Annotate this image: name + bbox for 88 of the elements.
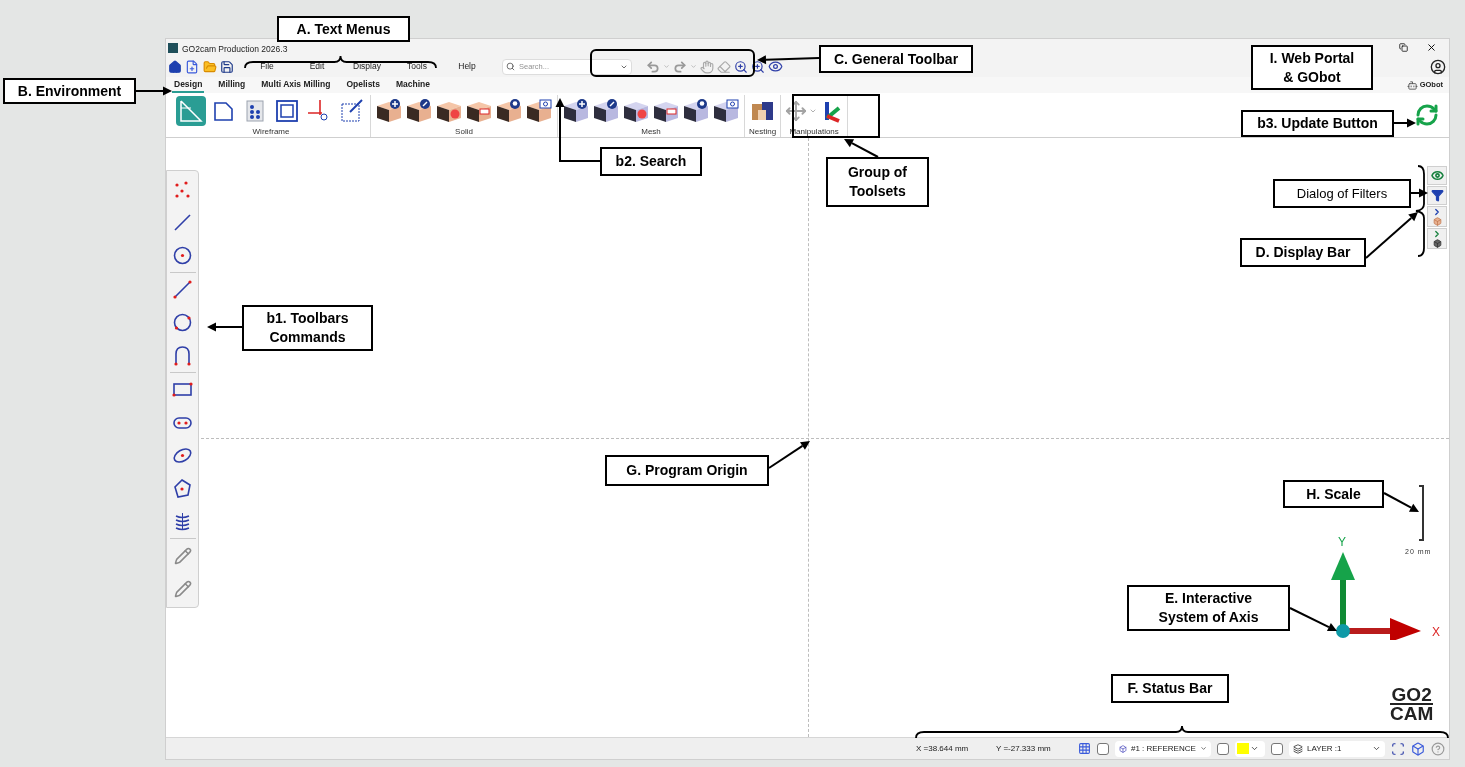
home-icon[interactable] bbox=[168, 59, 182, 74]
callout-label: b2. Search bbox=[600, 147, 702, 176]
layers-icon bbox=[1293, 743, 1303, 754]
block-icon bbox=[562, 98, 590, 124]
callout-arrow bbox=[555, 98, 601, 162]
layer-dropdown[interactable]: LAYER :1 bbox=[1289, 740, 1385, 757]
search-icon bbox=[506, 62, 515, 71]
move-arrows-icon bbox=[785, 100, 808, 122]
callout-arrow bbox=[844, 139, 879, 158]
environment-tab[interactable]: Machine bbox=[393, 77, 432, 93]
callout-label: H. Scale bbox=[1283, 480, 1384, 508]
callout-arrow bbox=[768, 441, 810, 469]
callout-arrow bbox=[1393, 118, 1416, 128]
save-icon[interactable] bbox=[220, 59, 234, 74]
callout-label: I. Web Portal & GObot bbox=[1251, 45, 1373, 90]
callout-label: Dialog of Filters bbox=[1273, 179, 1411, 208]
scale-bar bbox=[1419, 485, 1424, 541]
menu-item[interactable]: Display bbox=[348, 60, 386, 73]
snap-icon[interactable] bbox=[1391, 741, 1405, 756]
callout-label: A. Text Menus bbox=[277, 16, 410, 42]
color-dropdown[interactable] bbox=[1235, 740, 1265, 757]
ribbon-group-label: Wireframe bbox=[252, 127, 290, 137]
axis-triad-drawing[interactable] bbox=[1329, 552, 1423, 640]
eye-icon[interactable] bbox=[768, 59, 783, 74]
y-axis-label: Y bbox=[1338, 534, 1346, 551]
checkbox[interactable] bbox=[1097, 742, 1109, 755]
block-icon bbox=[405, 98, 433, 124]
filter-icon[interactable] bbox=[1427, 186, 1447, 205]
cube-icon bbox=[1119, 743, 1127, 754]
block-icon bbox=[592, 98, 620, 124]
environment-tab[interactable]: Milling bbox=[216, 77, 248, 93]
ribbon-group-label: Nesting bbox=[749, 127, 777, 137]
block-icon bbox=[495, 98, 523, 124]
user-icon[interactable] bbox=[1430, 58, 1446, 75]
grid-icon[interactable] bbox=[1078, 742, 1091, 755]
environment-tab[interactable]: Opelists bbox=[344, 77, 382, 93]
block-icon bbox=[712, 98, 740, 124]
block-icon bbox=[375, 98, 403, 124]
update-icon[interactable] bbox=[1415, 103, 1439, 127]
x-coordinate: X =38.644 mm bbox=[916, 742, 970, 755]
x-axis-label: X bbox=[1432, 624, 1440, 641]
caret-icon bbox=[1199, 744, 1207, 753]
callout-label: b3. Update Button bbox=[1241, 110, 1394, 137]
expand-icon[interactable] bbox=[1427, 228, 1447, 249]
callout-label: D. Display Bar bbox=[1240, 238, 1366, 267]
robot-icon bbox=[1406, 79, 1418, 91]
zoom-icon[interactable] bbox=[751, 59, 765, 74]
callout-arrow bbox=[1383, 492, 1419, 512]
callout-arrow bbox=[1365, 212, 1418, 259]
menu-item[interactable]: File bbox=[248, 60, 286, 73]
new-file-icon[interactable] bbox=[185, 59, 199, 74]
close-icon[interactable] bbox=[1426, 42, 1437, 53]
block-icon bbox=[682, 98, 710, 124]
app-logo-icon bbox=[168, 42, 178, 53]
callout-label: F. Status Bar bbox=[1111, 674, 1229, 703]
y-coordinate: Y =-27.333 mm bbox=[996, 742, 1052, 755]
ribbon-group-label: Mesh bbox=[641, 127, 661, 137]
menu-item[interactable]: Tools bbox=[398, 60, 436, 73]
checkbox[interactable] bbox=[1271, 742, 1283, 755]
ribbon-group-label: Solid bbox=[455, 127, 473, 137]
callout-label: b1. Toolbars Commands bbox=[242, 305, 373, 351]
checkbox[interactable] bbox=[1217, 742, 1229, 755]
reference-dropdown[interactable]: #1 : REFERENCE bbox=[1115, 740, 1211, 757]
callout-arrow bbox=[1410, 188, 1428, 198]
caret-icon bbox=[809, 107, 818, 115]
block-icon bbox=[525, 98, 553, 124]
callout-arrow bbox=[757, 55, 820, 65]
callout-label: Group of Toolsets bbox=[826, 157, 929, 207]
expand-icon[interactable] bbox=[1427, 206, 1447, 227]
restore-icon[interactable] bbox=[1399, 43, 1408, 52]
window-title: GO2cam Production 2026.3 bbox=[182, 42, 288, 56]
redo-icon[interactable] bbox=[673, 59, 687, 74]
environment-tab[interactable]: Multi Axis Milling bbox=[259, 77, 333, 93]
callout-label: G. Program Origin bbox=[605, 455, 769, 486]
zoom-icon[interactable] bbox=[734, 59, 748, 74]
callout-arrow bbox=[135, 86, 172, 96]
logo: GO2 CAM bbox=[1390, 686, 1434, 722]
callout-label: C. General Toolbar bbox=[819, 45, 973, 73]
callout-label: E. Interactive System of Axis bbox=[1127, 585, 1290, 631]
caret-icon bbox=[1372, 744, 1381, 753]
cube-icon[interactable] bbox=[1411, 741, 1425, 756]
caret-icon bbox=[1250, 744, 1259, 753]
callout-arrow bbox=[207, 322, 243, 332]
undo-icon[interactable] bbox=[646, 59, 660, 74]
callout-label: B. Environment bbox=[3, 78, 136, 104]
menu-item[interactable]: Help bbox=[448, 60, 486, 73]
menu-item[interactable]: Edit bbox=[298, 60, 336, 73]
callout-arrow bbox=[1289, 607, 1337, 632]
